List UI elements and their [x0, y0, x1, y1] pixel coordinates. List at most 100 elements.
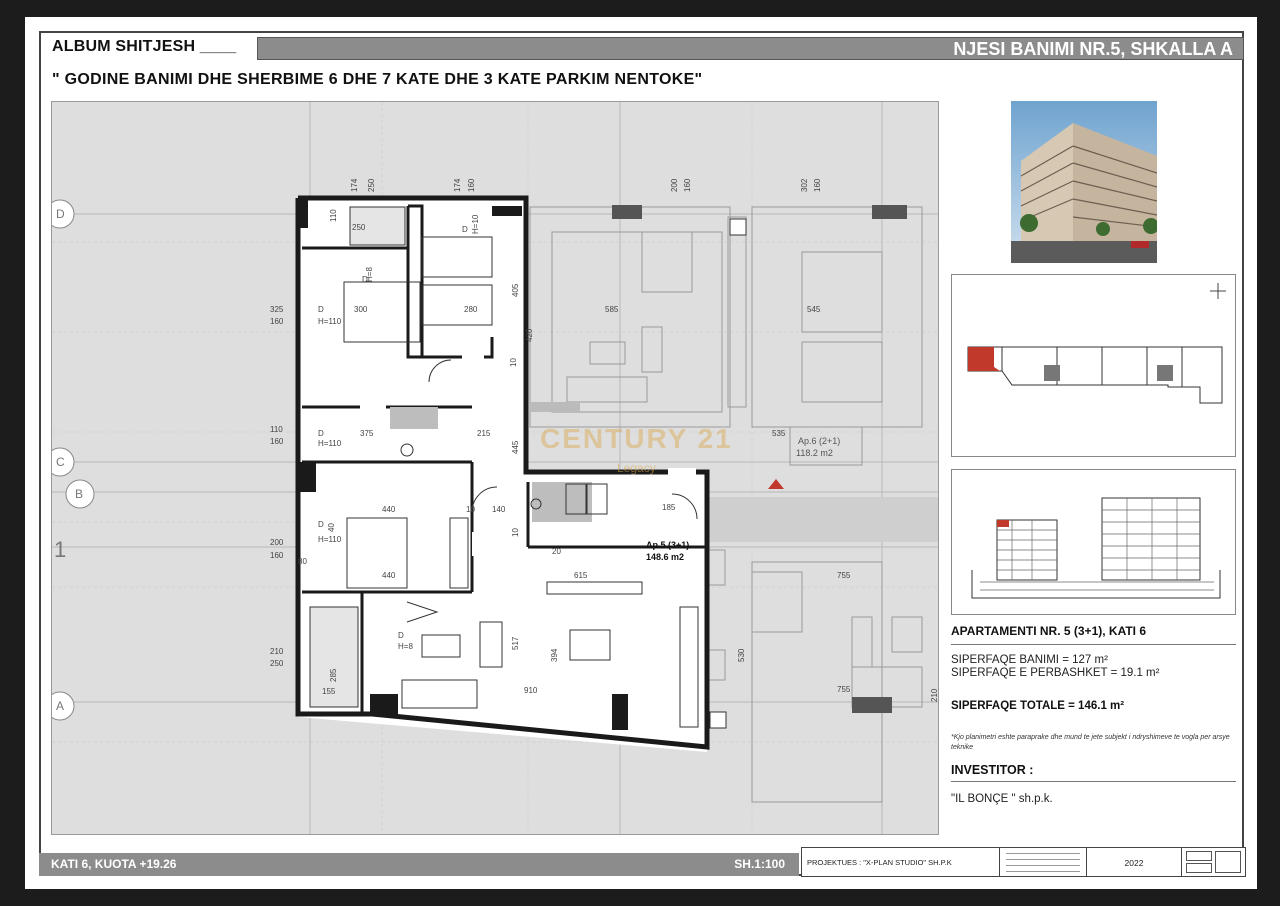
drawing-scale: SH.1:100	[734, 857, 785, 871]
floor-level: KATI 6, KUOTA +19.26	[51, 857, 177, 871]
svg-text:250: 250	[270, 659, 284, 668]
svg-text:210: 210	[270, 647, 284, 656]
svg-text:160: 160	[270, 437, 284, 446]
svg-text:174: 174	[350, 178, 359, 192]
svg-text:155: 155	[322, 687, 336, 696]
area-living: SIPERFAQE BANIMI = 127 m²	[951, 654, 1108, 666]
area-summary: SIPERFAQE BANIMI = 127 m² SIPERFAQE E PE…	[951, 654, 1159, 680]
svg-text:H=8: H=8	[365, 267, 374, 282]
svg-text:405: 405	[511, 283, 520, 297]
unit-title-bar: NJESI BANIMI NR.5, SHKALLA A	[257, 37, 1244, 60]
axis-b: B	[75, 487, 83, 501]
disclaimer-note: *Kjo planimetri eshte paraprake dhe mund…	[951, 734, 1230, 751]
svg-text:D: D	[318, 429, 324, 438]
svg-text:535: 535	[772, 429, 786, 438]
svg-text:420: 420	[525, 328, 534, 342]
svg-text:160: 160	[813, 178, 822, 192]
watermark-sub: Legacy	[617, 461, 656, 475]
svg-text:615: 615	[574, 571, 588, 580]
investor-title: INVESTITOR :	[951, 763, 1236, 782]
album-label: ALBUM SHITJESH ____	[52, 38, 237, 55]
axis-c: C	[56, 455, 65, 469]
svg-text:160: 160	[270, 551, 284, 560]
svg-text:110: 110	[270, 425, 283, 434]
svg-text:H=110: H=110	[318, 439, 342, 448]
unit-title: NJESI BANIMI NR.5, SHKALLA A	[953, 39, 1233, 59]
svg-text:755: 755	[837, 571, 851, 580]
designer-label: PROJEKTUES : "X-PLAN STUDIO" SH.P.K	[802, 848, 1000, 876]
floor-plan: D C B 1 A CENTURY 21 Legacy Ap.5 (3+1) 1…	[51, 101, 939, 835]
drawing-sheet: ALBUM SHITJESH ____ NJESI BANIMI NR.5, S…	[25, 17, 1257, 889]
apartment-5-area	[298, 198, 707, 752]
svg-text:285: 285	[329, 668, 338, 682]
building-section	[951, 469, 1236, 615]
floor-plan-drawing: D C B 1 A CENTURY 21 Legacy Ap.5 (3+1) 1…	[52, 102, 939, 834]
title-block: PROJEKTUES : "X-PLAN STUDIO" SH.P.K 2022	[801, 847, 1246, 877]
svg-text:10: 10	[466, 505, 475, 514]
svg-text:375: 375	[360, 429, 374, 438]
svg-text:160: 160	[270, 317, 284, 326]
svg-text:200: 200	[270, 538, 284, 547]
svg-text:D: D	[318, 305, 324, 314]
svg-text:440: 440	[382, 505, 396, 514]
svg-text:H=110: H=110	[318, 535, 342, 544]
svg-text:545: 545	[807, 305, 821, 314]
apartment-5-label: Ap.5 (3+1)	[646, 540, 689, 550]
svg-text:D: D	[318, 520, 324, 529]
section-highlight	[997, 520, 1009, 527]
svg-text:40: 40	[327, 523, 336, 532]
svg-text:D: D	[462, 225, 468, 234]
building-render-image	[1011, 101, 1157, 263]
svg-text:302: 302	[800, 178, 809, 192]
svg-text:10: 10	[511, 528, 520, 537]
svg-text:110: 110	[329, 209, 338, 222]
corridor	[707, 497, 938, 542]
svg-text:H=10: H=10	[471, 214, 480, 234]
title-block-info	[1000, 848, 1087, 876]
svg-text:585: 585	[605, 305, 619, 314]
svg-text:910: 910	[524, 686, 538, 695]
signature-boxes	[1182, 848, 1245, 876]
building-subtitle: " GODINE BANIMI DHE SHERBIME 6 DHE 7 KAT…	[52, 71, 703, 88]
svg-text:250: 250	[367, 178, 376, 192]
year-label: 2022	[1087, 848, 1182, 876]
area-common: SIPERFAQE E PERBASHKET = 19.1 m²	[951, 667, 1160, 679]
svg-text:530: 530	[737, 648, 746, 662]
svg-text:445: 445	[511, 440, 520, 454]
svg-text:20: 20	[552, 547, 561, 556]
svg-text:160: 160	[467, 178, 476, 192]
svg-text:200: 200	[670, 178, 679, 192]
apartment-6-area-label: 118.2 m2	[796, 448, 833, 458]
watermark: CENTURY 21	[540, 423, 733, 454]
svg-text:185: 185	[662, 503, 676, 512]
svg-text:174: 174	[453, 178, 462, 192]
apartment-6-label: Ap.6 (2+1)	[798, 436, 840, 446]
axis-d: D	[56, 207, 65, 221]
svg-text:H=110: H=110	[318, 317, 342, 326]
key-plan	[951, 274, 1236, 457]
axis-a: A	[56, 699, 64, 713]
svg-text:215: 215	[477, 429, 491, 438]
svg-text:280: 280	[464, 305, 478, 314]
apartment-5-area-label: 148.6 m2	[646, 552, 684, 562]
svg-text:160: 160	[683, 178, 692, 192]
svg-text:440: 440	[382, 571, 396, 580]
svg-text:755: 755	[837, 685, 851, 694]
svg-text:517: 517	[511, 636, 520, 650]
svg-text:10: 10	[509, 358, 518, 367]
axis-1: 1	[54, 537, 66, 562]
svg-text:394: 394	[550, 648, 559, 662]
entrance-arrow	[768, 479, 784, 489]
area-total: SIPERFAQE TOTALE = 146.1 m²	[951, 700, 1125, 712]
svg-text:325: 325	[270, 305, 284, 314]
svg-text:210: 210	[930, 688, 939, 702]
footer-bar: KATI 6, KUOTA +19.26 SH.1:100	[39, 853, 799, 876]
svg-text:250: 250	[352, 223, 366, 232]
svg-text:140: 140	[492, 505, 506, 514]
svg-text:H=8: H=8	[398, 642, 413, 651]
svg-text:D: D	[398, 631, 404, 640]
investor-name: "IL BONÇE " sh.p.k.	[951, 793, 1053, 805]
svg-text:300: 300	[354, 305, 368, 314]
key-plan-outline	[967, 346, 1223, 404]
svg-text:80: 80	[298, 557, 307, 566]
